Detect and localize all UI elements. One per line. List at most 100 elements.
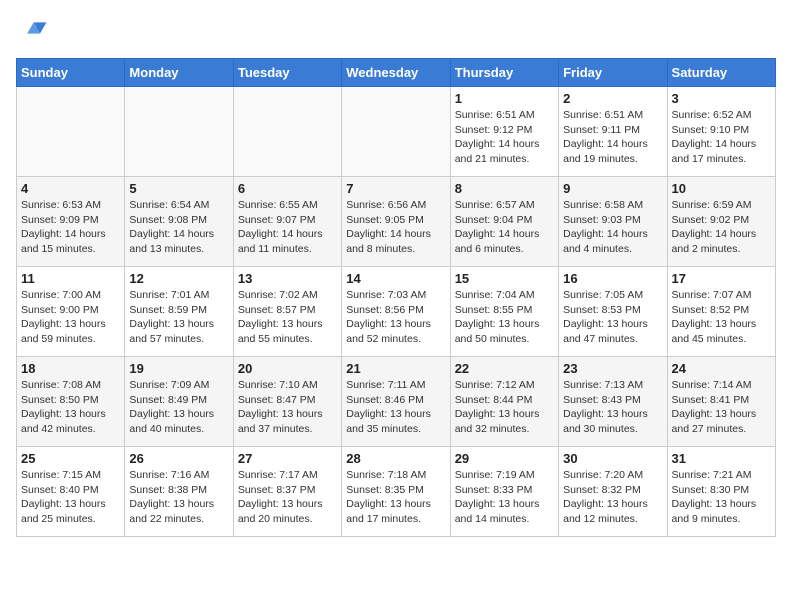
column-header-friday: Friday bbox=[559, 59, 667, 87]
day-number: 12 bbox=[129, 271, 228, 286]
week-row-5: 25 Sunrise: 7:15 AM Sunset: 8:40 PM Dayli… bbox=[17, 447, 776, 537]
day-info: Sunrise: 6:53 AM Sunset: 9:09 PM Dayligh… bbox=[21, 198, 120, 257]
day-cell bbox=[342, 87, 450, 177]
day-info: Sunrise: 7:01 AM Sunset: 8:59 PM Dayligh… bbox=[129, 288, 228, 347]
logo bbox=[16, 16, 52, 48]
day-info: Sunrise: 7:19 AM Sunset: 8:33 PM Dayligh… bbox=[455, 468, 554, 527]
day-number: 29 bbox=[455, 451, 554, 466]
column-header-monday: Monday bbox=[125, 59, 233, 87]
day-info: Sunrise: 7:02 AM Sunset: 8:57 PM Dayligh… bbox=[238, 288, 337, 347]
day-info: Sunrise: 7:11 AM Sunset: 8:46 PM Dayligh… bbox=[346, 378, 445, 437]
day-cell: 30 Sunrise: 7:20 AM Sunset: 8:32 PM Dayli… bbox=[559, 447, 667, 537]
day-cell: 9Sunrise: 6:58 AM Sunset: 9:03 PM Daylig… bbox=[559, 177, 667, 267]
day-cell bbox=[17, 87, 125, 177]
day-number: 15 bbox=[455, 271, 554, 286]
day-info: Sunrise: 7:03 AM Sunset: 8:56 PM Dayligh… bbox=[346, 288, 445, 347]
day-number: 25 bbox=[21, 451, 120, 466]
day-number: 30 bbox=[563, 451, 662, 466]
day-cell: 29 Sunrise: 7:19 AM Sunset: 8:33 PM Dayli… bbox=[450, 447, 558, 537]
calendar-table: SundayMondayTuesdayWednesdayThursdayFrid… bbox=[16, 58, 776, 537]
day-cell: 14 Sunrise: 7:03 AM Sunset: 8:56 PM Dayli… bbox=[342, 267, 450, 357]
day-number: 22 bbox=[455, 361, 554, 376]
day-cell: 21 Sunrise: 7:11 AM Sunset: 8:46 PM Dayli… bbox=[342, 357, 450, 447]
logo-icon bbox=[16, 16, 48, 48]
day-cell: 23Sunrise: 7:13 AM Sunset: 8:43 PM Dayli… bbox=[559, 357, 667, 447]
day-cell: 12 Sunrise: 7:01 AM Sunset: 8:59 PM Dayli… bbox=[125, 267, 233, 357]
day-info: Sunrise: 7:21 AM Sunset: 8:30 PM Dayligh… bbox=[672, 468, 771, 527]
day-number: 14 bbox=[346, 271, 445, 286]
day-cell: 24Sunrise: 7:14 AM Sunset: 8:41 PM Dayli… bbox=[667, 357, 775, 447]
week-row-4: 18 Sunrise: 7:08 AM Sunset: 8:50 PM Dayli… bbox=[17, 357, 776, 447]
day-cell bbox=[233, 87, 341, 177]
day-info: Sunrise: 6:56 AM Sunset: 9:05 PM Dayligh… bbox=[346, 198, 445, 257]
day-info: Sunrise: 6:59 AM Sunset: 9:02 PM Dayligh… bbox=[672, 198, 771, 257]
day-info: Sunrise: 7:00 AM Sunset: 9:00 PM Dayligh… bbox=[21, 288, 120, 347]
day-number: 6 bbox=[238, 181, 337, 196]
day-cell: 16 Sunrise: 7:05 AM Sunset: 8:53 PM Dayli… bbox=[559, 267, 667, 357]
day-cell: 31 Sunrise: 7:21 AM Sunset: 8:30 PM Dayli… bbox=[667, 447, 775, 537]
day-cell: 6 Sunrise: 6:55 AM Sunset: 9:07 PM Daylig… bbox=[233, 177, 341, 267]
day-number: 19 bbox=[129, 361, 228, 376]
day-number: 8 bbox=[455, 181, 554, 196]
day-info: Sunrise: 6:54 AM Sunset: 9:08 PM Dayligh… bbox=[129, 198, 228, 257]
day-number: 7 bbox=[346, 181, 445, 196]
column-header-thursday: Thursday bbox=[450, 59, 558, 87]
day-info: Sunrise: 7:12 AM Sunset: 8:44 PM Dayligh… bbox=[455, 378, 554, 437]
week-row-2: 4 Sunrise: 6:53 AM Sunset: 9:09 PM Daylig… bbox=[17, 177, 776, 267]
day-info: Sunrise: 6:51 AM Sunset: 9:12 PM Dayligh… bbox=[455, 108, 554, 167]
day-cell: 2 Sunrise: 6:51 AM Sunset: 9:11 PM Daylig… bbox=[559, 87, 667, 177]
week-row-1: 1Sunrise: 6:51 AM Sunset: 9:12 PM Daylig… bbox=[17, 87, 776, 177]
day-cell: 7 Sunrise: 6:56 AM Sunset: 9:05 PM Daylig… bbox=[342, 177, 450, 267]
day-cell: 1Sunrise: 6:51 AM Sunset: 9:12 PM Daylig… bbox=[450, 87, 558, 177]
day-cell: 26 Sunrise: 7:16 AM Sunset: 8:38 PM Dayli… bbox=[125, 447, 233, 537]
day-number: 20 bbox=[238, 361, 337, 376]
calendar-header-row: SundayMondayTuesdayWednesdayThursdayFrid… bbox=[17, 59, 776, 87]
day-number: 13 bbox=[238, 271, 337, 286]
day-number: 4 bbox=[21, 181, 120, 196]
day-cell: 25 Sunrise: 7:15 AM Sunset: 8:40 PM Dayli… bbox=[17, 447, 125, 537]
column-header-sunday: Sunday bbox=[17, 59, 125, 87]
day-cell: 5 Sunrise: 6:54 AM Sunset: 9:08 PM Daylig… bbox=[125, 177, 233, 267]
day-cell: 27 Sunrise: 7:17 AM Sunset: 8:37 PM Dayli… bbox=[233, 447, 341, 537]
day-number: 11 bbox=[21, 271, 120, 286]
day-info: Sunrise: 7:15 AM Sunset: 8:40 PM Dayligh… bbox=[21, 468, 120, 527]
day-number: 3 bbox=[672, 91, 771, 106]
day-number: 5 bbox=[129, 181, 228, 196]
day-info: Sunrise: 6:58 AM Sunset: 9:03 PM Dayligh… bbox=[563, 198, 662, 257]
day-info: Sunrise: 6:55 AM Sunset: 9:07 PM Dayligh… bbox=[238, 198, 337, 257]
day-cell: 22 Sunrise: 7:12 AM Sunset: 8:44 PM Dayli… bbox=[450, 357, 558, 447]
day-cell bbox=[125, 87, 233, 177]
day-cell: 18 Sunrise: 7:08 AM Sunset: 8:50 PM Dayli… bbox=[17, 357, 125, 447]
day-cell: 10Sunrise: 6:59 AM Sunset: 9:02 PM Dayli… bbox=[667, 177, 775, 267]
day-number: 18 bbox=[21, 361, 120, 376]
day-info: Sunrise: 7:08 AM Sunset: 8:50 PM Dayligh… bbox=[21, 378, 120, 437]
day-cell: 17Sunrise: 7:07 AM Sunset: 8:52 PM Dayli… bbox=[667, 267, 775, 357]
day-info: Sunrise: 6:51 AM Sunset: 9:11 PM Dayligh… bbox=[563, 108, 662, 167]
day-number: 27 bbox=[238, 451, 337, 466]
day-cell: 11 Sunrise: 7:00 AM Sunset: 9:00 PM Dayli… bbox=[17, 267, 125, 357]
day-info: Sunrise: 6:52 AM Sunset: 9:10 PM Dayligh… bbox=[672, 108, 771, 167]
day-info: Sunrise: 7:13 AM Sunset: 8:43 PM Dayligh… bbox=[563, 378, 662, 437]
day-info: Sunrise: 7:17 AM Sunset: 8:37 PM Dayligh… bbox=[238, 468, 337, 527]
day-number: 2 bbox=[563, 91, 662, 106]
day-number: 26 bbox=[129, 451, 228, 466]
day-info: Sunrise: 7:04 AM Sunset: 8:55 PM Dayligh… bbox=[455, 288, 554, 347]
day-number: 17 bbox=[672, 271, 771, 286]
day-number: 28 bbox=[346, 451, 445, 466]
day-info: Sunrise: 7:05 AM Sunset: 8:53 PM Dayligh… bbox=[563, 288, 662, 347]
day-cell: 4 Sunrise: 6:53 AM Sunset: 9:09 PM Daylig… bbox=[17, 177, 125, 267]
page-header bbox=[16, 16, 776, 48]
day-info: Sunrise: 7:16 AM Sunset: 8:38 PM Dayligh… bbox=[129, 468, 228, 527]
week-row-3: 11 Sunrise: 7:00 AM Sunset: 9:00 PM Dayli… bbox=[17, 267, 776, 357]
day-info: Sunrise: 7:20 AM Sunset: 8:32 PM Dayligh… bbox=[563, 468, 662, 527]
day-cell: 13 Sunrise: 7:02 AM Sunset: 8:57 PM Dayli… bbox=[233, 267, 341, 357]
day-info: Sunrise: 7:10 AM Sunset: 8:47 PM Dayligh… bbox=[238, 378, 337, 437]
day-info: Sunrise: 6:57 AM Sunset: 9:04 PM Dayligh… bbox=[455, 198, 554, 257]
day-cell: 8 Sunrise: 6:57 AM Sunset: 9:04 PM Daylig… bbox=[450, 177, 558, 267]
day-info: Sunrise: 7:09 AM Sunset: 8:49 PM Dayligh… bbox=[129, 378, 228, 437]
day-number: 16 bbox=[563, 271, 662, 286]
day-number: 21 bbox=[346, 361, 445, 376]
day-number: 31 bbox=[672, 451, 771, 466]
day-cell: 28Sunrise: 7:18 AM Sunset: 8:35 PM Dayli… bbox=[342, 447, 450, 537]
column-header-saturday: Saturday bbox=[667, 59, 775, 87]
